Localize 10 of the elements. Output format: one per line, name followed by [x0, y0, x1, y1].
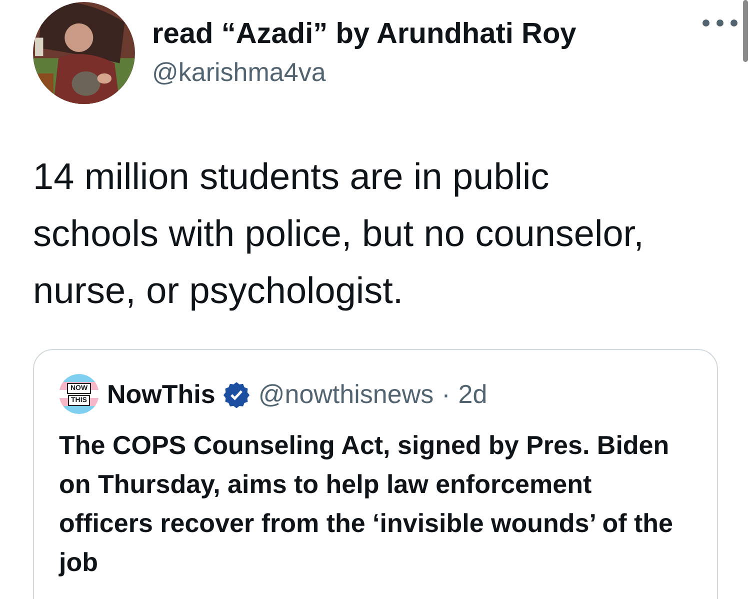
- more-icon[interactable]: [700, 17, 740, 29]
- tweet-time: 2d: [458, 378, 488, 410]
- scrollbar[interactable]: [743, 0, 748, 62]
- separator: ·: [442, 378, 450, 410]
- quoted-tweet-text: The COPS Counseling Act, signed by Pres. Biden on Thursday, aims to help law enforcement officers recover from the ‘invisible wounds’ of the job: [59, 429, 674, 579]
- author-name[interactable]: read “Azadi” by Arundhati Roy: [152, 18, 700, 51]
- quoted-author-handle: @nowthisnews: [258, 378, 434, 410]
- tweet-text: 14 million students are in public schools with police, but no counselor, nurse, or psychologist.: [33, 155, 645, 313]
- quoted-author-name: NowThis: [107, 378, 216, 410]
- author-handle[interactable]: @karishma4va: [152, 57, 700, 88]
